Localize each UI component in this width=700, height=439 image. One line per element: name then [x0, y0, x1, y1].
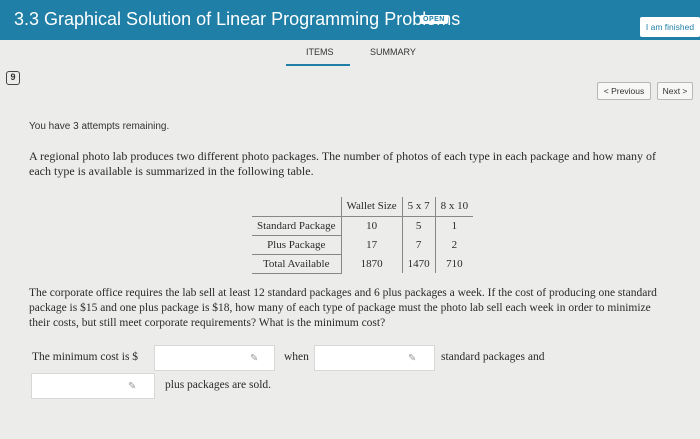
- table-cell: 17: [340, 235, 403, 254]
- table-corner-cell: [252, 197, 341, 217]
- answer-when-text: when: [284, 351, 309, 363]
- row-label: Plus Package: [252, 235, 342, 255]
- column-header-wallet: Wallet Size: [340, 197, 403, 217]
- tab-summary[interactable]: SUMMARY: [370, 47, 416, 57]
- answer-plus-suffix: plus packages are sold.: [165, 379, 272, 391]
- table-row: Standard Package 10 5 1: [252, 216, 474, 236]
- answer-standard-suffix: standard packages and: [441, 351, 545, 363]
- question-number-icon[interactable]: 9: [6, 71, 20, 85]
- active-tab-indicator: [286, 64, 350, 66]
- next-button[interactable]: Next >: [657, 82, 693, 100]
- pencil-icon: ✎: [128, 381, 137, 392]
- pencil-icon: ✎: [408, 353, 417, 364]
- standard-packages-input[interactable]: [314, 345, 435, 371]
- status-badge: OPEN: [420, 15, 448, 24]
- table-cell: 7: [401, 235, 436, 254]
- tab-items[interactable]: ITEMS: [306, 47, 334, 57]
- pencil-icon: ✎: [250, 353, 259, 364]
- top-header-bar: 3.3 Graphical Solution of Linear Program…: [0, 0, 700, 40]
- table-cell: 10: [340, 216, 403, 235]
- row-label: Total Available: [252, 254, 342, 274]
- table-cell: 1: [434, 216, 474, 235]
- previous-button[interactable]: < Previous: [597, 82, 651, 100]
- table-cell: 2: [434, 235, 474, 254]
- table-cell: 1870: [340, 254, 403, 273]
- page-title: 3.3 Graphical Solution of Linear Program…: [14, 9, 461, 29]
- column-header-5x7: 5 x 7: [401, 197, 436, 217]
- table-row: Plus Package 17 7 2: [252, 235, 474, 255]
- plus-packages-input[interactable]: [31, 373, 155, 399]
- attempts-remaining-text: You have 3 attempts remaining.: [29, 121, 170, 132]
- problem-intro: A regional photo lab produces two differ…: [29, 149, 657, 178]
- column-header-8x10: 8 x 10: [434, 197, 474, 217]
- finish-button[interactable]: I am finished: [640, 17, 700, 37]
- answer-prefix: The minimum cost is $: [32, 351, 139, 363]
- package-table: Wallet Size 5 x 7 8 x 10 Standard Packag…: [252, 197, 474, 274]
- problem-statement: The corporate office requires the lab se…: [29, 287, 657, 329]
- table-cell: 710: [434, 254, 474, 273]
- table-header-row: Wallet Size 5 x 7 8 x 10: [252, 197, 474, 217]
- table-cell: 1470: [401, 254, 436, 273]
- table-cell: 5: [401, 216, 436, 235]
- row-label: Standard Package: [252, 216, 342, 236]
- table-row: Total Available 1870 1470 710: [252, 254, 474, 274]
